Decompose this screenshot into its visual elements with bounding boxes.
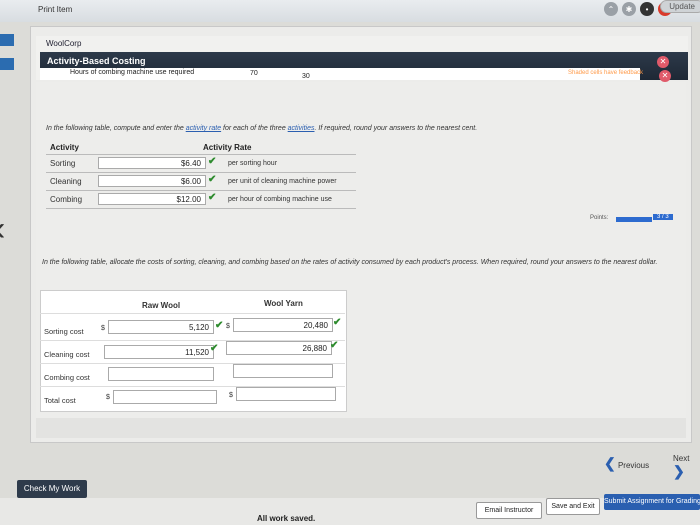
- points-label: Points:: [590, 215, 609, 221]
- dollar-sign: $: [101, 325, 105, 332]
- data-row-value-raw: 70: [250, 70, 258, 77]
- points-progress-bar: [616, 217, 652, 222]
- previous-label: Previous: [617, 461, 650, 470]
- next-button[interactable]: Next ❯: [673, 454, 700, 480]
- rate-unit: per unit of cleaning machine power: [228, 178, 337, 185]
- feedback-note: Shaded cells have feedback: [568, 70, 644, 76]
- sorting-raw-input[interactable]: 5,120: [108, 320, 214, 334]
- chevron-left-icon: ❮: [604, 455, 616, 471]
- activity-rate-link[interactable]: activity rate: [186, 125, 221, 132]
- save-status: All work saved.: [257, 514, 316, 523]
- dollar-sign: $: [229, 392, 233, 399]
- row-label-cleaning: Cleaning cost: [44, 350, 90, 359]
- extension-icon[interactable]: ⌃: [604, 2, 618, 16]
- check-icon: ✔: [210, 343, 219, 354]
- row-label-total: Total cost: [44, 396, 76, 405]
- total-yarn-input[interactable]: [236, 387, 336, 401]
- divider: [46, 190, 356, 191]
- total-raw-input[interactable]: [113, 390, 217, 404]
- check-icon: ✔: [208, 174, 217, 185]
- points-value: 3 / 3: [653, 214, 673, 220]
- data-row-label: Hours of combing machine use required: [70, 69, 195, 76]
- col-header-rate: Activity Rate: [203, 143, 252, 152]
- rate-input-cleaning[interactable]: $6.00: [98, 175, 206, 187]
- row-label-combing: Combing cost: [44, 373, 90, 382]
- combing-raw-input[interactable]: [108, 367, 214, 381]
- col-header-activity: Activity: [50, 143, 79, 152]
- check-icon: ✔: [208, 192, 217, 203]
- rate-unit: per sorting hour: [228, 160, 278, 167]
- dollar-sign: $: [106, 394, 110, 401]
- check-icon: ✔: [215, 320, 224, 331]
- sidebar-tab-1[interactable]: [0, 34, 14, 46]
- check-my-work-button[interactable]: Check My Work: [17, 480, 87, 498]
- window-title: Print Item: [38, 5, 73, 14]
- combing-yarn-input[interactable]: [233, 364, 333, 378]
- sorting-yarn-input[interactable]: 20,480: [233, 318, 333, 332]
- rate-unit: per hour of combing machine use: [228, 196, 332, 203]
- section-title: Activity-Based Costing: [47, 56, 146, 66]
- instruction-text: . If required, round your answers to the…: [314, 125, 478, 132]
- save-and-exit-button[interactable]: Save and Exit: [546, 498, 600, 515]
- feedback-close-icon[interactable]: ✕: [659, 70, 671, 82]
- activity-name: Sorting: [50, 159, 76, 168]
- check-icon: ✔: [330, 340, 339, 351]
- rate-input-combing[interactable]: $12.00: [98, 193, 206, 205]
- check-icon: ✔: [208, 156, 217, 167]
- divider: [46, 172, 356, 173]
- chevron-right-icon: ❯: [673, 463, 685, 479]
- divider: [40, 313, 345, 314]
- close-icon[interactable]: ✕: [657, 56, 669, 68]
- instruction-text: In the following table, compute and ente…: [46, 125, 186, 132]
- row-label-sorting: Sorting cost: [44, 327, 84, 336]
- data-row-value-yarn: 30: [302, 73, 310, 80]
- col-header-raw-wool: Raw Wool: [142, 301, 181, 310]
- activities-link[interactable]: activities: [288, 125, 315, 132]
- cleaning-yarn-input[interactable]: 26,880: [226, 341, 332, 355]
- previous-button[interactable]: ❮ Previous: [604, 455, 649, 472]
- email-instructor-button[interactable]: Email Instructor: [476, 502, 542, 519]
- rate-input-sorting[interactable]: $6.40: [98, 157, 206, 169]
- rate-instruction: In the following table, compute and ente…: [46, 125, 477, 132]
- activity-name: Cleaning: [50, 177, 82, 186]
- dollar-sign: $: [226, 323, 230, 330]
- puzzle-icon[interactable]: ✱: [622, 2, 636, 16]
- submit-assignment-button[interactable]: Submit Assignment for Grading: [604, 494, 700, 510]
- chevron-left-icon[interactable]: ‹: [0, 212, 5, 246]
- instruction-text: for each of the three: [221, 125, 288, 132]
- sidebar-tab-2[interactable]: [0, 58, 14, 70]
- cleaning-raw-input[interactable]: 11,520: [104, 345, 214, 359]
- activity-name: Combing: [50, 195, 83, 204]
- divider: [46, 154, 356, 155]
- next-label: Next: [673, 454, 690, 463]
- update-button[interactable]: Update: [660, 0, 700, 13]
- window-topbar: Print Item ⌃ ✱ • L Update: [0, 0, 700, 22]
- allocation-instruction: In the following table, allocate the cos…: [42, 259, 658, 266]
- col-header-wool-yarn: Wool Yarn: [264, 299, 303, 308]
- divider: [46, 208, 356, 209]
- check-icon: ✔: [333, 317, 342, 328]
- profile-icon[interactable]: •: [640, 2, 654, 16]
- company-name: WoolCorp: [46, 39, 82, 48]
- panel-footer-strip: [36, 418, 686, 438]
